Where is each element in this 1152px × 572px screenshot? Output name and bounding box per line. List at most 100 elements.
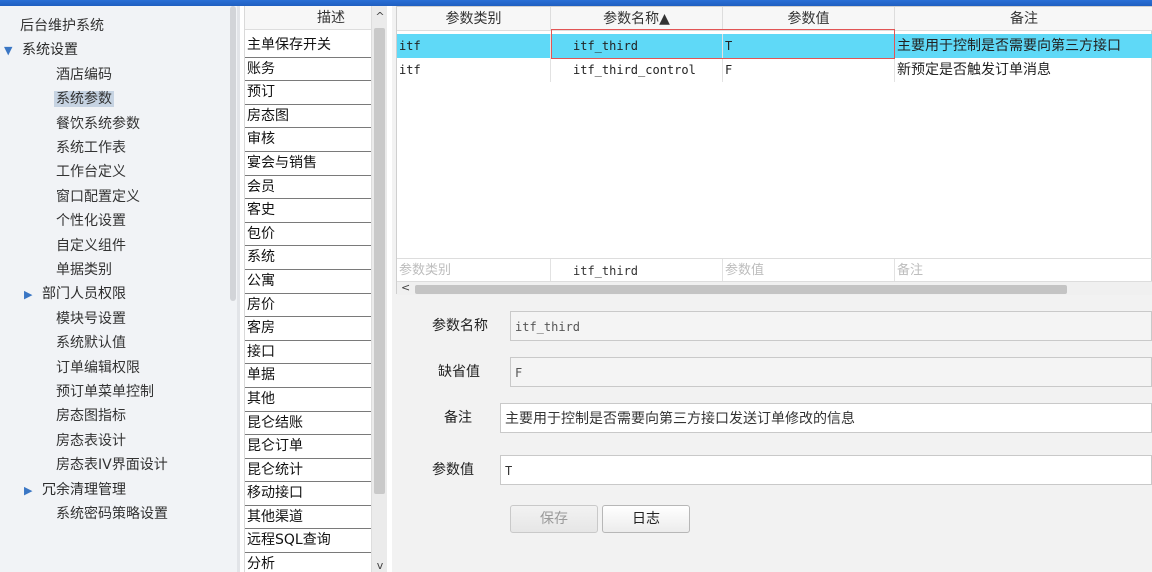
sidebar-item-label: 餐饮系统参数 <box>56 115 140 132</box>
list-item[interactable]: 房价 <box>245 294 371 318</box>
sidebar-item-label: 单据类别 <box>56 262 112 278</box>
parameter-detail-area: 参数类别 参数名称▲ 参数值 备注 itf itf_third T 主要用于控制… <box>392 6 1152 572</box>
list-item[interactable]: 主单保存开关 <box>245 34 371 58</box>
cell-category: itf <box>397 58 551 82</box>
sidebar-item[interactable]: 系统默认值 <box>54 331 128 355</box>
sidebar-item[interactable]: 房态表IV界面设计 <box>54 453 170 477</box>
sidebar-item[interactable]: 餐饮系统参数 <box>54 112 142 136</box>
sidebar-item[interactable]: ▼ 系统设置 <box>4 38 80 62</box>
list-item[interactable]: 审核 <box>245 128 371 152</box>
sidebar-item-label: 系统设置 <box>22 42 78 59</box>
default-value-label: 缺省值 <box>438 364 480 380</box>
collapsed-triangle-icon[interactable]: ▶ <box>24 283 40 307</box>
sidebar-item[interactable]: 系统参数 <box>54 87 114 111</box>
filter-row: 参数类别 itf_third 参数值 备注 <box>397 258 1152 283</box>
save-button[interactable]: 保存 <box>510 505 598 533</box>
param-value-field[interactable]: T <box>500 455 1152 485</box>
list-item[interactable]: 其他渠道 <box>245 506 371 530</box>
filter-remark-input[interactable]: 备注 <box>895 259 1152 283</box>
list-item[interactable]: 客史 <box>245 199 371 223</box>
list-item[interactable]: 接口 <box>245 341 371 365</box>
list-item[interactable]: 远程SQL查询 <box>245 529 371 554</box>
column-header-remark[interactable]: 备注 <box>895 7 1152 31</box>
description-scrollbar[interactable]: ^ v <box>371 6 387 572</box>
sidebar-item-label: 部门人员权限 <box>42 286 126 303</box>
list-item[interactable]: 单据 <box>245 364 371 388</box>
cell-remark: 新预定是否触发订单消息 <box>897 62 1051 78</box>
cell-remark: 主要用于控制是否需要向第三方接口 <box>897 38 1121 54</box>
sidebar-item-label: 个性化设置 <box>56 213 126 230</box>
sidebar-item[interactable]: 系统工作表 <box>54 136 128 160</box>
sidebar-item[interactable]: 单据类别 <box>54 258 114 282</box>
remark-field[interactable]: 主要用于控制是否需要向第三方接口发送订单修改的信息 <box>500 403 1152 433</box>
table-row[interactable]: itf itf_third T 主要用于控制是否需要向第三方接口 <box>397 34 1152 58</box>
grid-header: 参数类别 参数名称▲ 参数值 备注 <box>397 7 1152 31</box>
list-item[interactable]: 昆仑统计 <box>245 459 371 483</box>
sidebar-item[interactable]: 自定义组件 <box>54 234 128 258</box>
sidebar-item[interactable]: 房态图指标 <box>54 404 128 428</box>
description-list: 主单保存开关 账务 预订 房态图 审核 宴会与销售 会员 客史 包价 系统 公寓 房价 客房 接口 单据 其他… <box>245 34 371 572</box>
nav-splitter[interactable] <box>237 6 240 572</box>
list-item[interactable]: 系统 <box>245 246 371 270</box>
sidebar-item-label: 系统默认值 <box>56 335 126 352</box>
sidebar-item-label: 系统参数 <box>54 91 114 108</box>
scroll-thumb[interactable] <box>374 28 385 494</box>
sidebar-item[interactable]: ▶ 部门人员权限 <box>24 282 128 306</box>
parameter-grid: 参数类别 参数名称▲ 参数值 备注 itf itf_third T 主要用于控制… <box>396 6 1152 295</box>
column-header-value[interactable]: 参数值 <box>723 7 895 31</box>
column-header-category[interactable]: 参数类别 <box>397 7 551 31</box>
sidebar-item[interactable]: 工作台定义 <box>54 160 128 184</box>
sidebar-item[interactable]: 酒店编码 <box>54 63 114 87</box>
description-list-panel: 描述 主单保存开关 账务 预订 房态图 审核 宴会与销售 会员 客史 包价 系统 公寓 房价 客房 接口单… <box>244 6 387 572</box>
sidebar-item-label: 房态表设计 <box>56 432 126 449</box>
sidebar-item-label: 工作台定义 <box>56 164 126 181</box>
list-item[interactable]: 其他 <box>245 388 371 412</box>
filter-name-input[interactable]: itf_third <box>551 259 723 283</box>
param-value-label: 参数值 <box>432 462 474 478</box>
sidebar-item[interactable]: ▶ 冗余清理管理 <box>24 478 128 502</box>
nav-scrollbar[interactable] <box>230 6 236 301</box>
default-value-field[interactable]: F <box>510 357 1152 387</box>
list-item[interactable]: 包价 <box>245 223 371 247</box>
expanded-triangle-icon[interactable]: ▼ <box>4 39 20 63</box>
sidebar-item[interactable]: 窗口配置定义 <box>54 185 142 209</box>
sidebar-item-label: 房态图指标 <box>56 408 126 425</box>
list-item[interactable]: 客房 <box>245 317 371 341</box>
collapsed-triangle-icon[interactable]: ▶ <box>24 479 40 503</box>
list-item[interactable]: 房态图 <box>245 105 371 129</box>
table-row[interactable]: itf itf_third_control F 新预定是否触发订单消息 <box>397 58 1152 82</box>
sidebar-item-label: 订单编辑权限 <box>56 359 140 376</box>
list-item[interactable]: 账务 <box>245 58 371 82</box>
list-item[interactable]: 移动接口 <box>245 482 371 506</box>
column-header-name[interactable]: 参数名称▲ <box>551 7 723 31</box>
list-item[interactable]: 宴会与销售 <box>245 152 371 176</box>
list-item[interactable]: 昆仑结账 <box>245 412 371 436</box>
list-item[interactable]: 公寓 <box>245 270 371 294</box>
param-name-field[interactable]: itf_third <box>510 311 1152 341</box>
sidebar-item-label: 冗余清理管理 <box>42 481 126 498</box>
sidebar-item[interactable]: 预订单菜单控制 <box>54 380 156 404</box>
description-column-header[interactable]: 描述 <box>245 6 371 30</box>
filter-value-input[interactable]: 参数值 <box>723 259 895 283</box>
scroll-down-icon[interactable]: v <box>372 559 388 572</box>
list-item[interactable]: 昆仑订单 <box>245 435 371 459</box>
sidebar-item[interactable]: 系统密码策略设置 <box>54 502 170 526</box>
scroll-thumb[interactable] <box>415 285 1067 294</box>
sidebar-item[interactable]: 后台维护系统 <box>18 14 106 38</box>
sidebar-item[interactable]: 订单编辑权限 <box>54 356 142 380</box>
list-item[interactable]: 会员 <box>245 176 371 200</box>
log-button[interactable]: 日志 <box>602 505 690 533</box>
filter-category-input[interactable]: 参数类别 <box>397 259 551 283</box>
list-item[interactable]: 分析 <box>245 553 371 572</box>
sidebar-item[interactable]: 个性化设置 <box>54 209 128 233</box>
grid-horizontal-scrollbar[interactable]: < <box>397 281 1152 295</box>
sidebar-item[interactable]: 房态表设计 <box>54 429 128 453</box>
param-name-label: 参数名称 <box>432 318 488 334</box>
scroll-up-icon[interactable]: ^ <box>372 10 388 23</box>
cell-value: T <box>723 34 895 58</box>
sidebar-item[interactable]: 模块号设置 <box>54 307 128 331</box>
list-item[interactable]: 预订 <box>245 81 371 105</box>
remark-label: 备注 <box>444 410 472 426</box>
nav-tree: 后台维护系统 ▼ 系统设置 酒店编码 系统参数 餐饮系统参数 系统工作表 工作台定义 窗口配置定… <box>0 6 240 572</box>
scroll-left-icon[interactable]: < <box>401 281 410 294</box>
